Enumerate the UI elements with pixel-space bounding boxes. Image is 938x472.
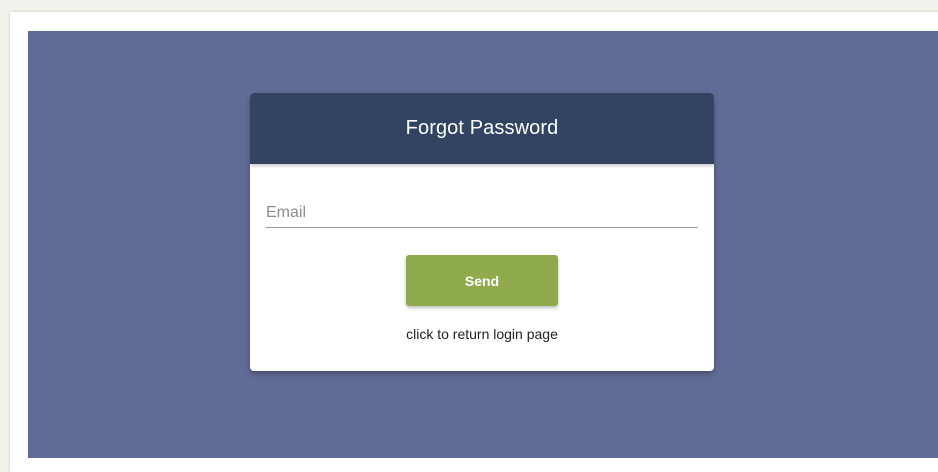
return-to-login-link[interactable]: click to return login page	[250, 326, 714, 342]
send-button[interactable]: Send	[406, 255, 558, 306]
email-field[interactable]	[266, 198, 698, 228]
card-body: Send click to return login page	[250, 164, 714, 371]
forgot-password-card: Forgot Password Send click to return log…	[250, 93, 714, 371]
card-title: Forgot Password	[405, 117, 559, 139]
card-header: Forgot Password	[250, 93, 714, 164]
